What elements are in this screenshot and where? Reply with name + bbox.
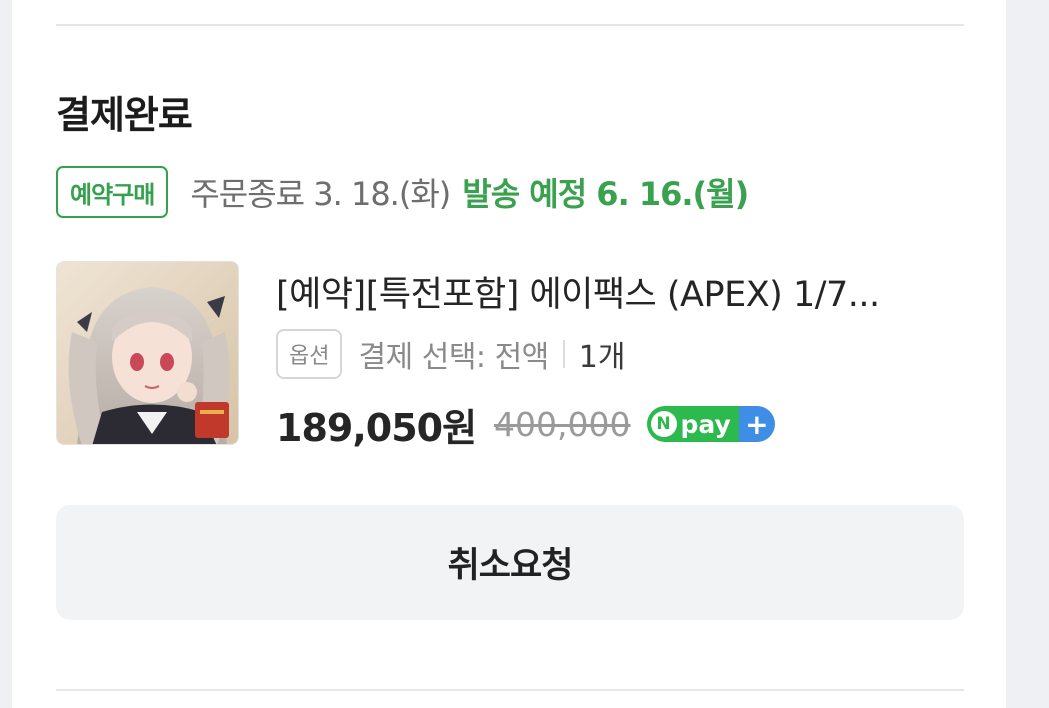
npay-green-part: N pay — [646, 406, 739, 442]
preorder-badge: 예약구매 — [56, 166, 169, 218]
divider-bottom — [56, 689, 964, 691]
price-line: 189,050원 400,000 N pay + — [276, 396, 775, 452]
order-status-title: 결제완료 — [56, 93, 193, 137]
divider-top — [56, 24, 964, 26]
order-info-line: 예약구매 주문종료 3. 18.(화) 발송 예정 6. 16.(월) — [56, 166, 749, 218]
ship-date: 발송 예정 6. 16.(월) — [462, 175, 749, 213]
product-thumbnail[interactable] — [56, 261, 239, 445]
product-image — [57, 262, 238, 444]
original-price: 400,000 — [494, 404, 631, 444]
quantity: 1개 — [578, 340, 626, 375]
cancel-request-button[interactable]: 취소요청 — [56, 505, 964, 620]
npay-n-icon: N — [650, 411, 677, 437]
product-name-link[interactable]: [예약][특전포함] 에이팩스 (APEX) 1/7... — [276, 266, 946, 317]
order-card: 결제완료 예약구매 주문종료 3. 18.(화) 발송 예정 6. 16.(월) — [12, 0, 1006, 708]
order-end-date: 주문종료 3. 18.(화) — [190, 175, 451, 213]
npay-plus-icon: + — [738, 406, 775, 442]
page-right-margin — [1006, 0, 1049, 708]
npay-plus-badge: N pay + — [646, 406, 775, 442]
sale-price: 189,050원 — [276, 405, 477, 450]
npay-text: pay — [680, 409, 731, 439]
option-line: 옵션 결제 선택: 전액 1개 — [276, 329, 625, 379]
option-badge: 옵션 — [276, 329, 343, 379]
option-separator — [562, 340, 565, 368]
option-text: 결제 선택: 전액 — [358, 340, 549, 375]
